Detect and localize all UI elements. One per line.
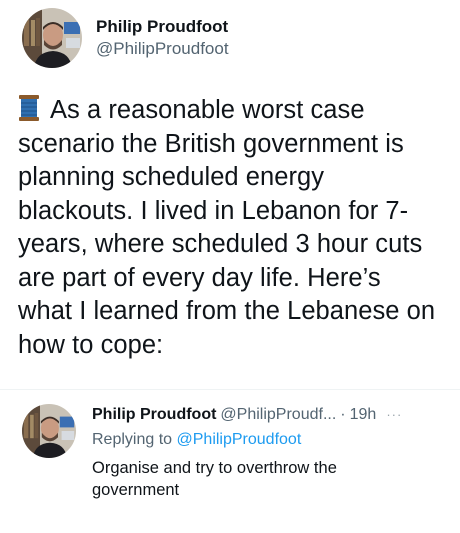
reply-body: Philip Proudfoot @PhilipProudf... · 19h … [92,404,442,501]
reply-line: government [92,481,180,499]
avatar-photo [22,404,76,458]
reply-author-name[interactable]: Philip Proudfoot [92,404,216,425]
tweet-line: blackouts. I lived in Lebanon for 7- [18,196,409,225]
author-handle[interactable]: @PhilipProudfoot [96,38,229,60]
thread-spool-icon [18,95,40,121]
reply-avatar[interactable] [22,404,76,458]
tweet-line: are part of every day life. Here’s [18,263,381,292]
author-name[interactable]: Philip Proudfoot [96,16,229,38]
reply-line: Organise and try to overthrow the [92,459,337,477]
tweet-line: scenario the British government is [18,129,404,158]
avatar-photo [22,8,82,68]
tweet-line: how to cope: [18,330,164,359]
tweet-author: Philip Proudfoot @PhilipProudfoot [96,16,229,60]
tweet-line: years, where scheduled 3 hour cuts [18,230,423,258]
replying-to: Replying to @PhilipProudfoot [92,429,442,450]
tweet-line: planning scheduled energy [18,163,325,191]
tweet-line: As a reasonable worst case [18,94,448,128]
reply-header: Philip Proudfoot @PhilipProudf... · 19h … [92,404,442,425]
tweet-text: As a reasonable worst case scenario the … [18,94,448,362]
reply-text: Organise and try to overthrow the govern… [92,457,442,501]
divider [0,389,460,390]
tweet-header: Philip Proudfoot @PhilipProudfoot [22,8,229,68]
tweet-line: what I learned from the Lebanese on [18,297,436,325]
replying-prefix: Replying to [92,431,173,448]
reply-tweet[interactable]: Philip Proudfoot @PhilipProudf... · 19h … [22,404,442,501]
more-options-icon[interactable]: ··· [386,404,402,425]
avatar[interactable] [22,8,82,68]
replying-mention-link[interactable]: @PhilipProudfoot [177,431,302,448]
reply-separator: · [340,406,346,423]
reply-author-handle[interactable]: @PhilipProudf... [220,404,336,425]
reply-timestamp[interactable]: 19h [350,404,377,425]
